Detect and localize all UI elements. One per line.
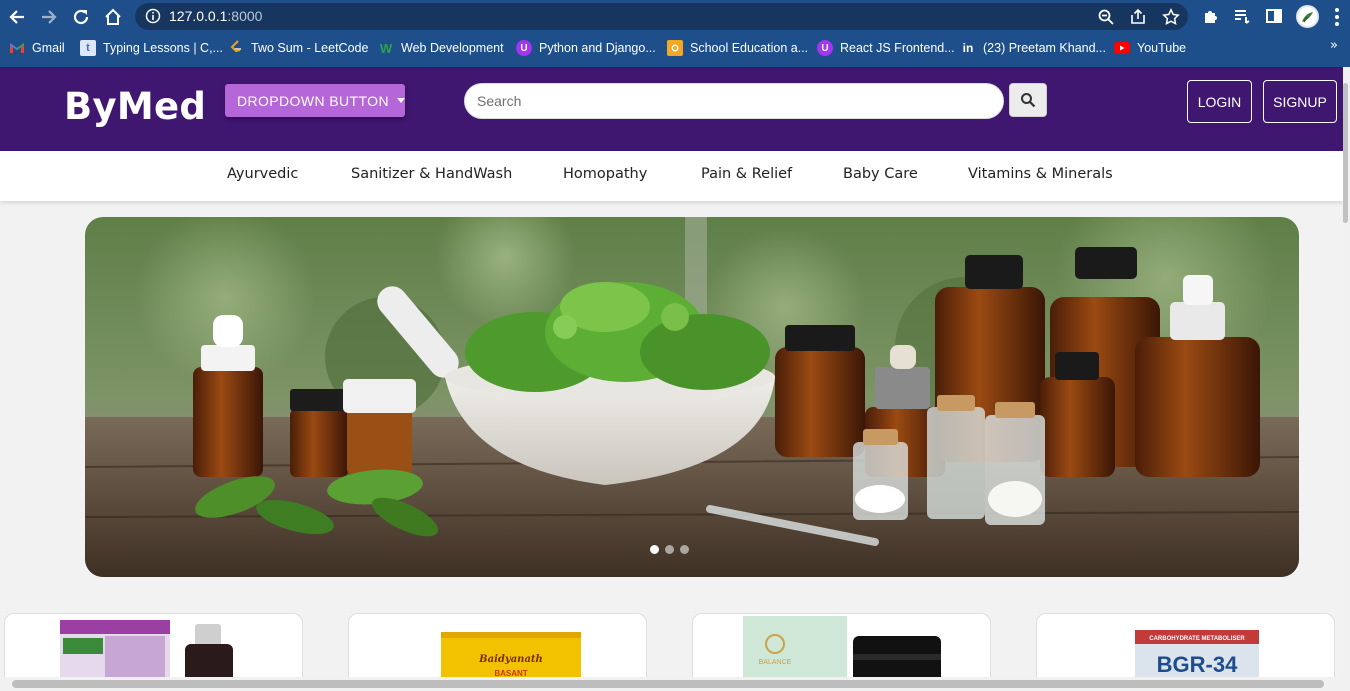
signup-button[interactable]: SIGNUP [1263,80,1337,123]
vertical-scroll-thumb[interactable] [1343,83,1348,223]
bookmark-label: Python and Django... [539,41,656,55]
typing-icon: t [80,40,96,56]
product-card[interactable]: CARBOHYDRATE METABOLISER BGR-34 [1036,613,1335,677]
udemy-icon: U [817,40,833,56]
side-panel-icon[interactable] [1264,6,1284,26]
w-icon: W [379,40,393,56]
vertical-scrollbar[interactable] [1343,67,1350,691]
bookmark-typing-lessons[interactable]: t Typing Lessons | C,... [80,39,223,57]
category-homopathy[interactable]: Homopathy [563,166,647,182]
product-card[interactable] [4,613,303,677]
bookmark-school-education[interactable]: School Education a... [667,39,808,57]
bookmark-label: Typing Lessons | C,... [103,41,223,55]
bookmark-label: React JS Frontend... [840,41,955,55]
bookmark-react-js[interactable]: U React JS Frontend... [817,39,955,57]
info-icon[interactable] [145,8,161,24]
share-icon[interactable] [1129,8,1147,26]
bookmark-leetcode[interactable]: Two Sum - LeetCode [228,39,368,57]
reading-list-icon[interactable] [1232,6,1252,26]
bookmark-label: Web Development [401,41,504,55]
back-button[interactable] [5,5,29,29]
profile-avatar[interactable] [1296,5,1319,28]
star-icon[interactable] [1162,8,1180,26]
carousel-dot[interactable] [650,545,659,554]
home-icon [105,8,121,25]
youtube-icon [1114,40,1130,56]
udemy-icon: U [516,40,532,56]
search-input[interactable] [464,83,1004,119]
bookmark-gmail[interactable]: Gmail [9,39,65,57]
category-ayurvedic[interactable]: Ayurvedic [227,166,298,182]
gmail-icon [9,40,25,56]
linkedin-icon: in [962,41,974,55]
forward-button[interactable] [37,5,61,29]
bookmark-label: School Education a... [690,41,809,55]
page-viewport: ByMed DROPDOWN BUTTON LOGIN SIGNUP Ayurv… [0,67,1343,677]
more-bookmarks-button[interactable]: » [1330,38,1338,53]
reload-icon [73,9,89,25]
horizontal-scrollbar[interactable] [0,677,1343,691]
product-image: Baidyanath BASANT [441,632,581,677]
bookmark-python-django[interactable]: U Python and Django... [516,39,656,57]
bookmark-label: (23) Preetam Khand... [983,41,1106,55]
brand-logo[interactable]: ByMed [64,85,206,128]
zoom-icon[interactable] [1097,8,1115,26]
horizontal-scroll-thumb[interactable] [12,680,1324,688]
category-baby-care[interactable]: Baby Care [843,166,918,182]
product-text: BGR-34 [1157,652,1238,677]
bookmark-label: YouTube [1137,41,1187,55]
product-text: BALANCE [759,659,792,666]
dropdown-label: DROPDOWN BUTTON [237,92,389,109]
arrow-left-icon [9,10,24,24]
bookmark-label: Two Sum - LeetCode [251,41,369,55]
bookmark-label: Gmail [32,41,65,55]
bookmark-youtube[interactable]: YouTube [1114,39,1186,57]
category-pain-relief[interactable]: Pain & Relief [701,166,792,182]
reload-button[interactable] [69,5,93,29]
product-text: BASANT [494,669,527,677]
url-port: :8000 [227,8,263,24]
profile-picture-icon [1302,12,1313,23]
carousel-indicators [650,545,689,554]
extensions-icon[interactable] [1201,6,1221,26]
category-nav: Ayurvedic Sanitizer & HandWash Homopathy… [0,151,1343,201]
bookmarks-bar: Gmail t Typing Lessons | C,... Two Sum -… [0,34,1350,63]
menu-icon[interactable] [1334,7,1340,27]
dropdown-button[interactable]: DROPDOWN BUTTON [225,84,405,117]
carousel-dot[interactable] [665,545,674,554]
site-header: ByMed DROPDOWN BUTTON LOGIN SIGNUP [0,67,1343,151]
url-host: 127.0.0.1 [169,8,228,24]
search-icon [1021,93,1036,108]
category-sanitizer-handwash[interactable]: Sanitizer & HandWash [351,166,512,182]
home-button[interactable] [101,5,125,29]
product-text: Baidyanath [478,654,543,665]
hero-carousel[interactable] [85,217,1299,577]
caret-down-icon [396,98,405,103]
category-vitamins-minerals[interactable]: Vitamins & Minerals [968,166,1113,182]
bookmark-web-development[interactable]: W Web Development [378,39,504,57]
carousel-dot[interactable] [680,545,689,554]
product-card[interactable]: Baidyanath BASANT [348,613,647,677]
carousel-slide-image [85,217,1299,577]
product-image [60,620,233,677]
address-bar[interactable]: 127.0.0.1:8000 [135,3,1188,30]
browser-toolbar: 127.0.0.1:8000 [0,0,1350,34]
product-image: CARBOHYDRATE METABOLISER BGR-34 [1135,630,1259,677]
product-card[interactable]: BALANCE [692,613,991,677]
product-image: BALANCE [743,616,941,677]
search-button[interactable] [1009,83,1047,117]
url-text: 127.0.0.1:8000 [169,8,262,24]
arrow-right-icon [42,10,57,24]
login-button[interactable]: LOGIN [1187,80,1252,123]
leetcode-icon [228,40,244,56]
school-icon [667,40,683,56]
product-text: CARBOHYDRATE METABOLISER [1149,636,1245,642]
bookmark-linkedin[interactable]: in (23) Preetam Khand... [960,39,1106,57]
